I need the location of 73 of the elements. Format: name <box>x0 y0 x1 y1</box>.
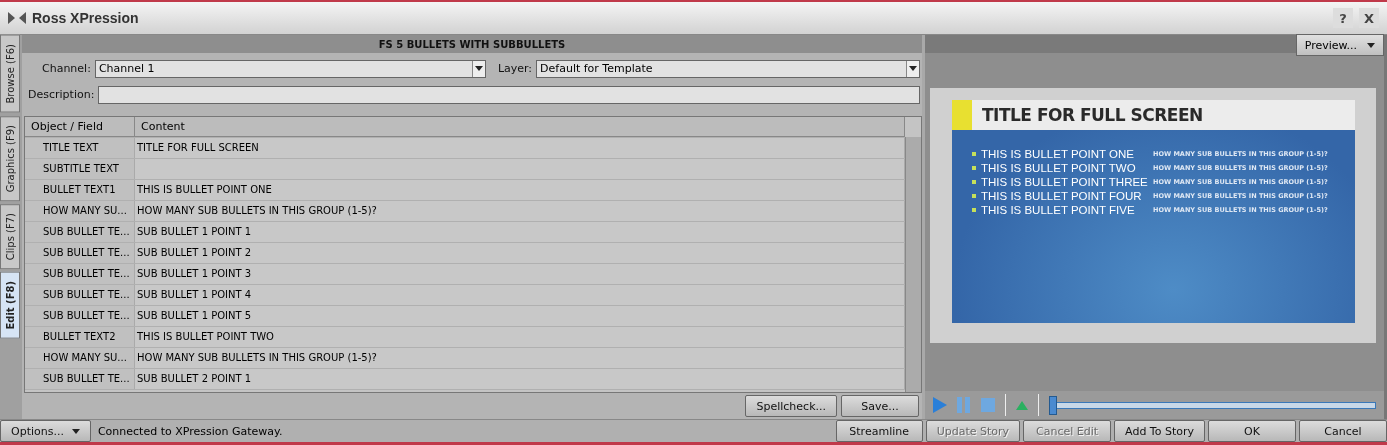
channel-label: Channel: <box>42 62 91 76</box>
table-cell[interactable]: SUB BULLET 1 POINT 4 <box>135 284 905 305</box>
channel-dropdown[interactable]: Channel 1 <box>94 59 486 78</box>
triangle-icon[interactable] <box>1016 400 1028 410</box>
layer-label: Layer: <box>497 62 533 76</box>
pause-icon[interactable] <box>957 397 971 413</box>
table-cell[interactable]: SUB BULLET 2 POINT 1 <box>135 368 905 389</box>
bullet-icon <box>972 152 976 156</box>
side-tab[interactable]: Edit (F8) <box>0 272 20 339</box>
template-title: FS 5 BULLETS WITH SUBBULLETS <box>22 35 922 53</box>
table-cell: BULLET TEXT2 <box>25 326 135 347</box>
action-button[interactable]: Streamline <box>835 420 923 442</box>
side-tab[interactable]: Clips (F7) <box>0 203 20 269</box>
side-tab[interactable]: Browse (F6) <box>0 35 20 113</box>
options-button[interactable]: Options... <box>0 420 91 442</box>
table-cell: BULLET TEXT1 <box>25 179 135 200</box>
table-cell[interactable]: TITLE FOR FULL SCREEN <box>135 137 905 158</box>
table-cell[interactable]: SUB BULLET 1 POINT 3 <box>135 263 905 284</box>
table-cell[interactable]: HOW MANY SUB BULLETS IN THIS GROUP (1-5)? <box>135 200 905 221</box>
timeline-slider[interactable] <box>1049 395 1376 415</box>
table-cell: SUB BULLET TE... <box>25 368 135 389</box>
column-header[interactable]: Content <box>135 116 905 137</box>
caret-icon <box>909 66 917 72</box>
preview-menu-button[interactable]: Preview... <box>1295 34 1384 56</box>
logo-icon <box>8 11 26 25</box>
action-button[interactable]: Cancel <box>1299 420 1387 442</box>
close-button[interactable]: X <box>1359 8 1379 28</box>
table-cell[interactable] <box>135 158 905 179</box>
accent-block <box>952 100 972 130</box>
description-label: Description: <box>28 88 95 102</box>
window-title: Ross XPression <box>32 10 140 26</box>
bullet-icon <box>972 180 976 184</box>
table-cell: SUB BULLET TE... <box>25 242 135 263</box>
save-button[interactable]: Save... <box>841 395 919 417</box>
table-cell: SUB BULLET TE... <box>25 284 135 305</box>
table-cell: SUB BULLET TE... <box>25 221 135 242</box>
table-cell: SUBTITLE TEXT <box>25 158 135 179</box>
timeline-thumb[interactable] <box>1049 395 1057 415</box>
bullet-icon <box>972 166 976 170</box>
table-cell[interactable]: THIS IS BULLET POINT ONE <box>135 179 905 200</box>
table-cell: HOW MANY SU... <box>25 347 135 368</box>
graphic-bullet: THIS IS BULLET POINT THREE <box>981 176 1149 188</box>
table-cell: TITLE TEXT <box>25 137 135 158</box>
caret-icon <box>1367 42 1375 48</box>
table-cell[interactable]: THIS IS BULLET POINT TWO <box>135 326 905 347</box>
caret-icon <box>71 428 80 434</box>
graphic-bullet: THIS IS BULLET POINT ONE <box>981 148 1135 160</box>
action-button[interactable]: Add To Story <box>1114 420 1205 442</box>
spellcheck-button[interactable]: Spellcheck... <box>745 395 837 417</box>
table-cell[interactable]: HOW MANY SUB BULLETS IN THIS GROUP (1-5)? <box>135 347 905 368</box>
layer-dropdown[interactable]: Default for Template <box>536 59 920 78</box>
stop-icon[interactable] <box>981 398 995 412</box>
graphic-bullet: THIS IS BULLET POINT FOUR <box>981 190 1143 202</box>
graphic-bullet: THIS IS BULLET POINT TWO <box>981 162 1137 174</box>
bullet-icon <box>972 208 976 212</box>
bullet-icon <box>972 194 976 198</box>
table-cell[interactable]: SUB BULLET 1 POINT 2 <box>135 242 905 263</box>
table-cell[interactable]: SUB BULLET 1 POINT 1 <box>135 221 905 242</box>
side-tab[interactable]: Graphics (F9) <box>0 115 20 201</box>
help-button[interactable]: ? <box>1333 8 1353 28</box>
graphic-title: TITLE FOR FULL SCREEN <box>982 105 1203 125</box>
table-cell: SUB BULLET TE... <box>25 305 135 326</box>
column-header[interactable]: Object / Field <box>25 116 135 137</box>
play-icon[interactable] <box>933 397 947 413</box>
description-field[interactable] <box>98 85 920 104</box>
graphic-bullet: THIS IS BULLET POINT FIVE <box>981 204 1136 216</box>
scrollbar[interactable] <box>905 136 921 392</box>
table-cell: SUB BULLET TE... <box>25 263 135 284</box>
status-message: Connected to XPression Gateway. <box>96 424 284 438</box>
table-cell[interactable]: SUB BULLET 1 POINT 5 <box>135 305 905 326</box>
caret-icon <box>474 66 483 72</box>
table-cell: HOW MANY SU... <box>25 200 135 221</box>
action-button[interactable]: OK <box>1208 420 1296 442</box>
